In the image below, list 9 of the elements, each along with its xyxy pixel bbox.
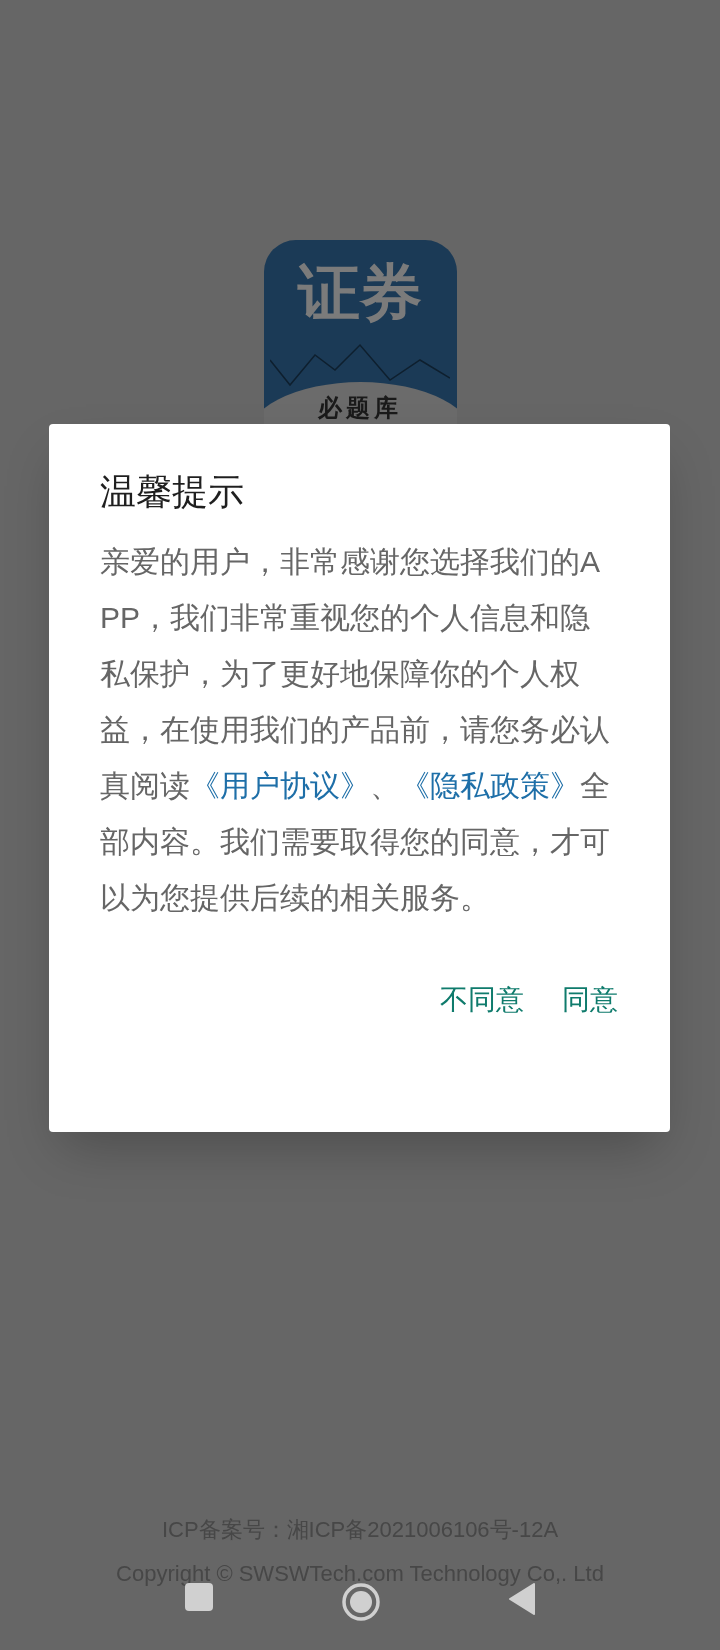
agree-button[interactable]: 同意 [550,972,630,1028]
dialog-message: 亲爱的用户，非常感谢您选择我们的APP，我们非常重视您的个人信息和隐私保护，为了更好地保障你的个人权益，在使用我们的产品前，请您务必认真阅读《用户协议》、《隐私政策》全部内容。我们需要取得您的同意，才可以为您提供后续的相关服务。 [100,544,611,916]
policy-link[interactable]: 《隐私政策》 [400,769,580,802]
policy-link[interactable]: 《用户协议》 [190,769,370,802]
icon-title: 证券 [298,262,422,324]
home-button[interactable] [341,1582,381,1622]
dialog-title: 温馨提示 [100,470,244,514]
icon-subtitle: 必题库 [318,393,402,423]
disagree-button[interactable]: 不同意 [428,972,536,1028]
